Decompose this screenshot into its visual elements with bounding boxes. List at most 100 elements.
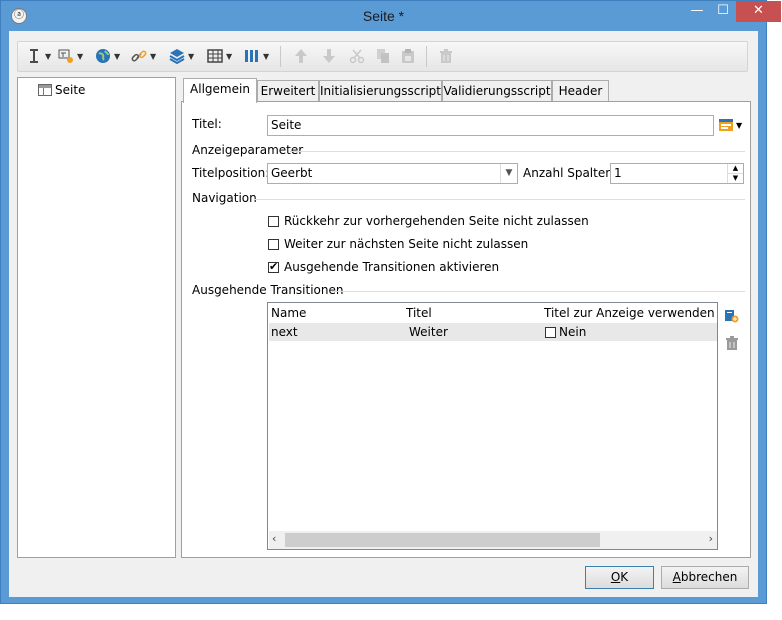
table-row[interactable]: next Weiter Nein [269,323,717,341]
chevron-down-icon: ▼ [114,51,121,61]
table-icon [207,48,223,64]
insert-table-button[interactable]: ▼ [207,46,232,66]
cell-title: Weiter [409,325,448,339]
scroll-left-icon[interactable]: ‹ [272,532,276,545]
page-tree[interactable]: Seite [17,77,176,558]
tab-allgemein[interactable]: Allgemein [183,78,257,103]
toolbar-separator [426,46,427,67]
cancel-button[interactable]: Abbrechen [661,566,749,589]
tab-header[interactable]: Header [552,80,609,102]
chevron-down-icon: ▼ [77,51,84,61]
paste-button[interactable] [400,46,416,66]
transitions-table[interactable]: Name Titel Titel zur Anzeige verwenden n… [267,302,718,550]
chevron-down-icon: ▼ [263,51,270,61]
insert-columns-button[interactable]: ▼ [244,46,269,66]
page-layout-icon [38,84,52,96]
cut-button[interactable] [349,46,365,66]
insert-container-button[interactable]: ▼ [169,46,194,66]
arrow-up-icon [293,48,309,64]
delete-button[interactable] [438,46,454,66]
tree-item-label: Seite [55,83,86,97]
chevron-down-icon: ▼ [150,51,157,61]
title-expression-button[interactable]: ▼ [718,117,742,133]
ok-button[interactable]: OK [585,566,654,589]
checkbox-box[interactable] [268,260,279,273]
scroll-right-icon[interactable]: › [709,532,713,545]
title-input[interactable]: Seite [267,115,714,136]
move-down-button[interactable] [321,46,337,66]
columns-icon [244,48,260,64]
maximize-button[interactable]: ☐ [710,1,736,22]
chevron-down-icon: ▼ [45,51,52,61]
trash-icon [726,336,738,350]
clipboard-icon [400,48,416,64]
toolbar: ▼ ▼ ▼ ▼ ▼ ▼ ▼ [17,41,748,72]
no-back-checkbox[interactable]: Rückkehr zur vorhergehenden Seite nicht … [268,214,589,228]
columns-label: Anzahl Spalten: [523,166,617,180]
insert-field-button[interactable]: ▼ [26,46,51,66]
checkbox-label: Weiter zur nächsten Seite nicht zulassen [284,237,529,251]
column-header-title[interactable]: Titel [406,306,432,320]
stepper-down-icon[interactable]: ▼ [727,174,743,183]
layers-icon [169,48,185,65]
checkbox-box[interactable] [268,215,279,227]
window-title: Seite * [362,8,405,24]
cell-name: next [271,325,298,339]
title-label: Titel: [192,117,222,131]
minimize-button[interactable]: — [684,1,710,22]
insert-input-button[interactable]: ▼ [58,46,83,66]
text-cursor-icon [26,48,42,64]
title-bar[interactable]: ⓐ Seite * — ☐ ✕ [1,1,781,31]
mnemonic: A [672,570,681,584]
outgoing-transitions-checkbox[interactable]: Ausgehende Transitionen aktivieren [268,260,499,274]
no-next-checkbox[interactable]: Weiter zur nächsten Seite nicht zulassen [268,237,528,251]
button-label: K [620,570,629,584]
arrow-down-icon [321,48,337,64]
section-divider [332,291,745,292]
column-header-use-label[interactable]: Titel zur Anzeige verwenden [544,306,715,320]
insert-link-button[interactable]: ▼ [131,46,156,66]
button-label: bbrechen [680,570,738,584]
chevron-down-icon: ▼ [188,51,195,61]
columns-stepper[interactable]: 1 ▲ ▼ [610,163,744,184]
section-divider [254,199,745,200]
copy-button[interactable] [375,46,391,66]
toolbar-separator [280,46,281,67]
trash-icon [438,48,454,64]
add-transition-button[interactable] [723,307,739,326]
edit-expression-icon [719,119,733,131]
horizontal-scrollbar[interactable]: ‹ › [269,531,717,549]
chevron-down-icon: ▼ [226,51,233,61]
checkbox-box[interactable] [268,238,279,250]
tab-validierungsscript[interactable]: Validierungsscript [442,80,552,102]
transitions-section: Ausgehende Transitionen [192,283,344,297]
globe-icon [95,48,111,64]
checkbox-box[interactable] [545,326,556,338]
title-position-select[interactable]: Geerbt ▼ [267,163,518,184]
dialog-client: ▼ ▼ ▼ ▼ ▼ ▼ ▼ Seite Allgemein Erweitert … [9,31,758,597]
tab-erweitert[interactable]: Erweitert [257,80,319,102]
title-position-label: Titelposition: [192,166,270,180]
navigation-section: Navigation [192,191,257,205]
cell-use-label[interactable]: Nein [545,325,586,339]
column-header-name[interactable]: Name [271,306,306,320]
columns-value: 1 [614,166,622,180]
mnemonic: O [610,570,621,584]
copy-icon [375,48,391,64]
title-position-value: Geerbt [271,166,313,180]
checkbox-label: Rückkehr zur vorhergehenden Seite nicht … [284,214,589,228]
section-divider [290,151,745,152]
link-icon [131,48,147,64]
checkbox-label: Ausgehende Transitionen aktivieren [284,260,500,274]
chevron-down-icon: ▼ [500,164,517,183]
insert-web-button[interactable]: ▼ [95,46,120,66]
tab-initialisierungsscript[interactable]: Initialisierungsscript [319,80,442,102]
close-button[interactable]: ✕ [736,1,781,22]
move-up-button[interactable] [293,46,309,66]
stepper-up-icon[interactable]: ▲ [727,164,743,174]
scrollbar-thumb[interactable] [285,533,600,547]
delete-transition-button[interactable] [724,335,740,354]
tree-item-seite[interactable]: Seite [38,83,85,97]
display-params-section: Anzeigeparameter [192,143,304,157]
scissors-icon [349,48,365,64]
